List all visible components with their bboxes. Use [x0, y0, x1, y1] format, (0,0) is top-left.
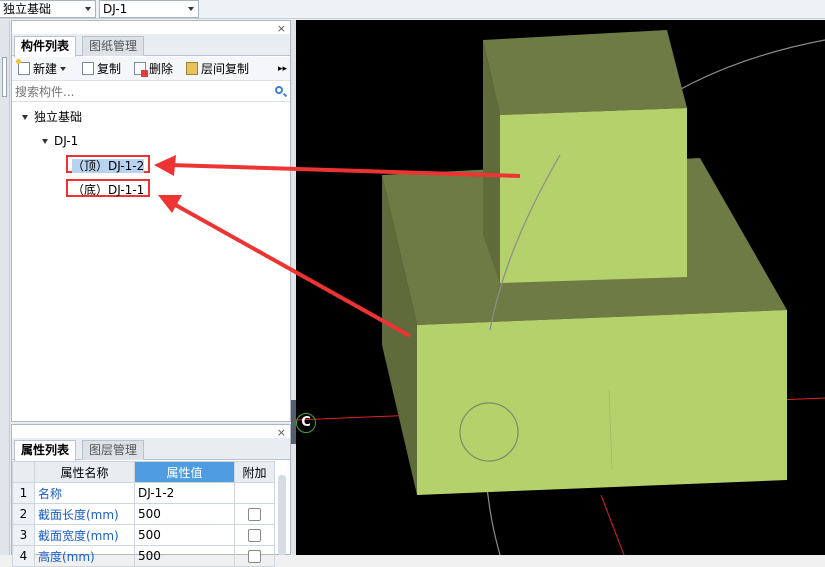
property-scrollbar[interactable]: [278, 475, 286, 555]
new-file-icon: [16, 59, 30, 75]
tab-layer-management[interactable]: 图层管理: [82, 440, 145, 460]
component-search: [12, 82, 290, 102]
search-icon[interactable]: [275, 86, 283, 94]
table-row[interactable]: 4 高度(mm) 500: [12, 545, 275, 567]
top-toolbar: 独立基础 DJ-1: [0, 0, 825, 19]
component-type-value: 独立基础: [3, 2, 52, 16]
model-canvas: [296, 30, 825, 555]
table-row[interactable]: 1 名称 DJ-1-2: [12, 482, 275, 504]
tree-node-group[interactable]: DJ-1: [42, 132, 78, 150]
copy-button[interactable]: 复制: [82, 61, 121, 77]
attach-cell: [234, 482, 275, 504]
property-attach-header: 附加: [234, 461, 275, 483]
new-button-label: 新建: [33, 62, 58, 76]
property-table: 属性名称 属性值 附加 1 名称 DJ-1-2 2 截面长度(mm) 500 3…: [12, 461, 275, 567]
property-value[interactable]: 500: [134, 545, 235, 567]
top-block-front: [500, 108, 687, 283]
top-block-top: [483, 30, 687, 115]
property-value-header: 属性值: [134, 461, 235, 483]
copy-icon: [82, 62, 94, 75]
attach-checkbox[interactable]: [248, 508, 261, 521]
layer-copy-button-label: 层间复制: [201, 62, 250, 76]
component-name-value: DJ-1: [103, 2, 128, 16]
attach-cell: [234, 545, 275, 567]
tab-property-list[interactable]: 属性列表: [14, 440, 77, 461]
rail-marker: [2, 57, 7, 97]
delete-button-label: 删除: [149, 62, 174, 76]
view-orientation-badge[interactable]: C: [296, 413, 316, 433]
3d-viewport[interactable]: [296, 20, 825, 555]
tab-drawing-management[interactable]: 图纸管理: [82, 36, 145, 56]
tree-root-label: 独立基础: [34, 110, 83, 124]
property-value[interactable]: 500: [134, 524, 235, 546]
new-button[interactable]: 新建: [16, 59, 67, 77]
y-axis-line: [600, 494, 625, 555]
property-value[interactable]: DJ-1-2: [134, 482, 235, 504]
row-number: 4: [12, 545, 35, 567]
tree-item-bottom[interactable]: （底）DJ-1-1: [66, 179, 151, 197]
component-panel-tabs: 构件列表 图纸管理: [12, 34, 290, 57]
tree-item-top-label: （顶）DJ-1-2: [72, 159, 145, 173]
row-number-header: [12, 461, 35, 483]
property-list-panel: × 属性列表 图层管理 属性名称 属性值 附加 1 名称 DJ-1-2 2 截面…: [11, 424, 291, 567]
tree-item-top[interactable]: （顶）DJ-1-2: [66, 155, 151, 173]
component-toolbar: 新建 复制 删除 层间复制 ▸▸: [12, 57, 290, 81]
tree-item-bottom-label: （底）DJ-1-1: [72, 183, 145, 197]
table-row[interactable]: 2 截面长度(mm) 500: [12, 503, 275, 525]
bottom-block-front: [417, 310, 787, 495]
chevron-down-icon: [60, 67, 67, 71]
tree-group-label: DJ-1: [54, 134, 79, 148]
property-name-header: 属性名称: [34, 461, 135, 483]
property-name: 截面长度(mm): [34, 503, 135, 525]
component-name-dropdown[interactable]: DJ-1: [99, 0, 199, 18]
row-number: 2: [12, 503, 35, 525]
layer-copy-button[interactable]: 层间复制: [186, 61, 249, 77]
chevron-down-icon: [85, 7, 91, 11]
property-header-row: 属性名称 属性值 附加: [12, 461, 275, 483]
left-edge-rail: [0, 20, 10, 555]
property-panel-tabs: 属性列表 图层管理: [12, 438, 290, 461]
table-row[interactable]: 3 截面宽度(mm) 500: [12, 524, 275, 546]
property-value[interactable]: 500: [134, 503, 235, 525]
layer-copy-icon: [186, 62, 198, 75]
expand-triangle-icon[interactable]: [42, 139, 48, 144]
property-name: 高度(mm): [34, 545, 135, 567]
attach-checkbox[interactable]: [248, 550, 261, 563]
attach-cell: [234, 524, 275, 546]
row-number: 3: [12, 524, 35, 546]
attach-cell: [234, 503, 275, 525]
expand-triangle-icon[interactable]: [22, 115, 28, 120]
component-type-dropdown[interactable]: 独立基础: [0, 0, 96, 18]
component-list-panel: × 构件列表 图纸管理 新建 复制 删除 层间复制 ▸▸ 独立基础 DJ-1 （…: [11, 20, 291, 422]
search-input[interactable]: [13, 83, 273, 100]
copy-button-label: 复制: [97, 62, 122, 76]
toolbar-overflow-button[interactable]: ▸▸: [278, 61, 287, 77]
tree-node-root[interactable]: 独立基础: [22, 108, 82, 126]
attach-checkbox[interactable]: [248, 529, 261, 542]
row-number: 1: [12, 482, 35, 504]
delete-icon: [134, 62, 148, 77]
property-name: 截面宽度(mm): [34, 524, 135, 546]
chevron-down-icon: [188, 7, 194, 11]
delete-button[interactable]: 删除: [134, 61, 173, 77]
property-name: 名称: [34, 482, 135, 504]
tab-component-list[interactable]: 构件列表: [14, 36, 77, 57]
